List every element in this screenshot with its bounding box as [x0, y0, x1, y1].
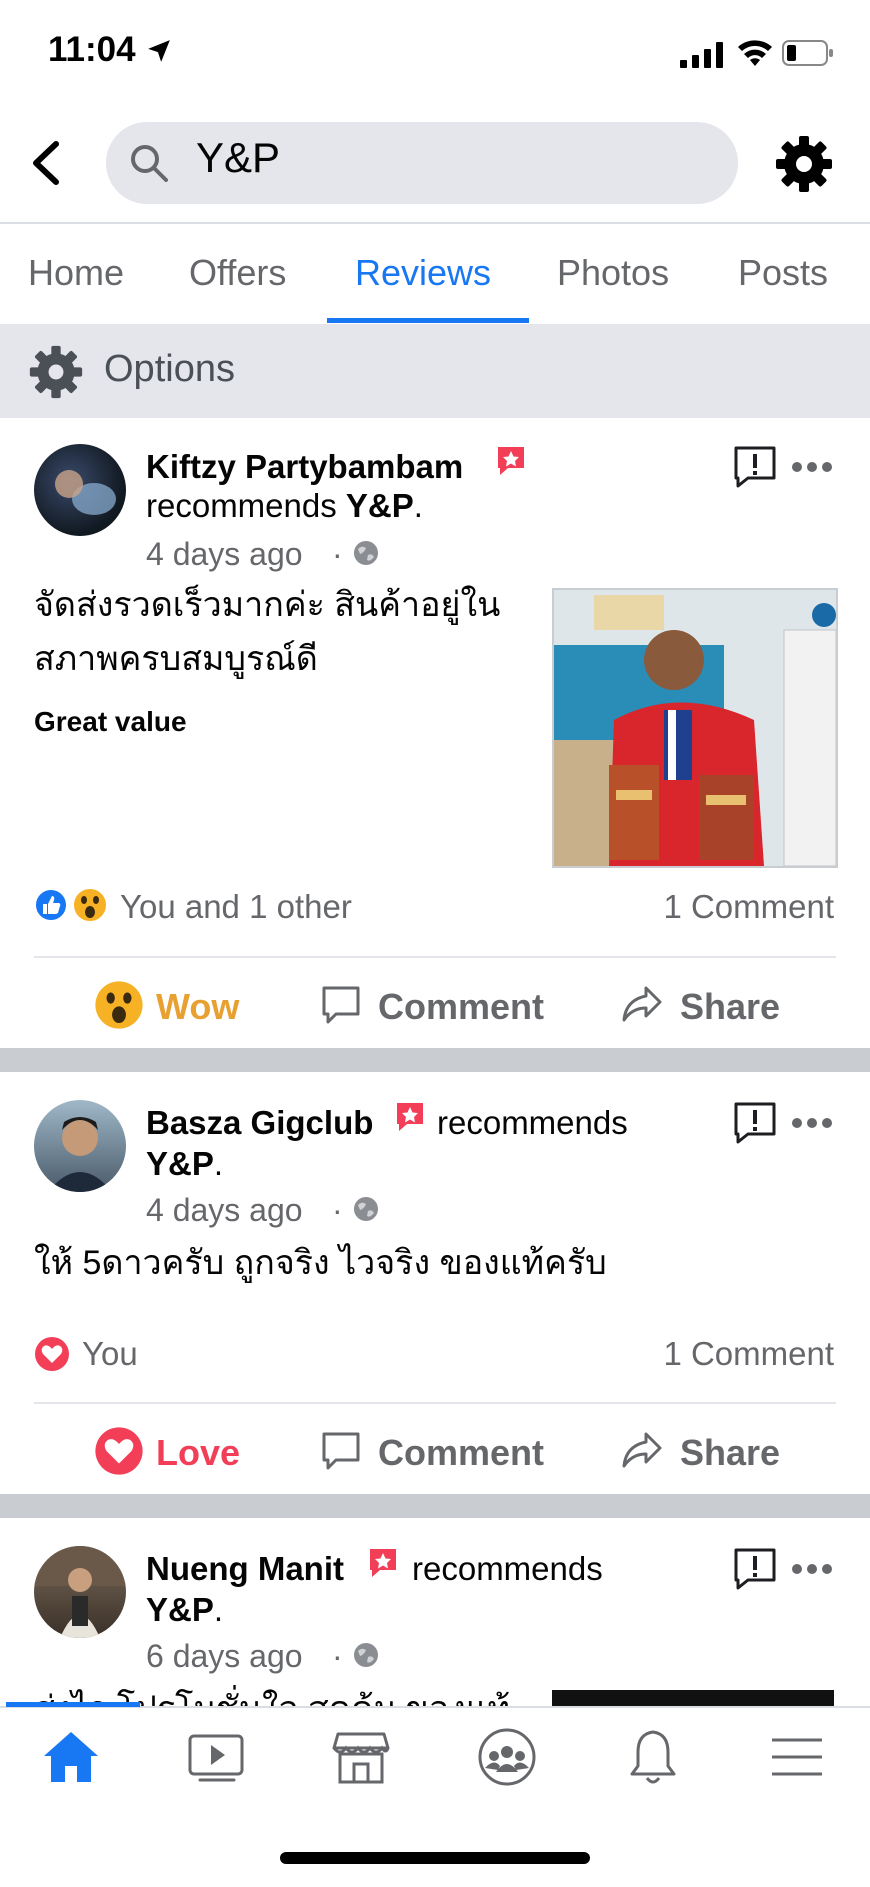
reaction-summary[interactable]: You	[82, 1335, 138, 1373]
recommends-text: recommends	[412, 1550, 603, 1587]
gear-icon[interactable]	[774, 134, 834, 194]
comment-count[interactable]: 1 Comment	[663, 888, 834, 926]
share-icon	[622, 986, 662, 1022]
post-time[interactable]: 4 days ago	[146, 1192, 303, 1229]
author-name[interactable]: Nueng Manit	[146, 1550, 344, 1588]
more-options-icon[interactable]	[791, 461, 833, 473]
share-icon	[622, 1432, 662, 1468]
wow-button[interactable]: Wow	[156, 986, 239, 1028]
recommend-line: recommends Y&P.	[146, 487, 423, 525]
comment-button[interactable]: Comment	[378, 986, 544, 1028]
post-separator	[0, 1494, 870, 1518]
home-icon[interactable]	[40, 1726, 102, 1788]
share-button[interactable]: Share	[680, 986, 780, 1028]
review-text-line: ให้ 5ดาวครับ ถูกจริง ไวจริง ของแท้ครับ	[34, 1244, 607, 1282]
tab-posts[interactable]: Posts	[738, 252, 828, 294]
active-tab-indicator	[327, 318, 529, 323]
nav-active-indicator	[6, 1702, 140, 1707]
tab-home[interactable]: Home	[28, 252, 124, 294]
review-photo[interactable]	[552, 588, 838, 868]
home-indicator	[280, 1852, 590, 1864]
notifications-bell-icon[interactable]	[622, 1726, 684, 1788]
recommend-page-line: Y&P.	[146, 1145, 223, 1183]
meta-dot: ·	[332, 1638, 343, 1674]
love-reaction-icon	[35, 1337, 69, 1371]
comment-icon	[322, 986, 360, 1024]
author-name[interactable]: Basza Gigclub	[146, 1104, 373, 1142]
wifi-icon	[738, 40, 772, 66]
period: .	[213, 1145, 224, 1182]
status-time: 11:04	[48, 30, 136, 69]
love-button[interactable]: Love	[156, 1432, 240, 1474]
globe-icon	[354, 1643, 378, 1667]
report-icon[interactable]	[732, 444, 778, 490]
post-separator	[0, 1048, 870, 1072]
share-button[interactable]: Share	[680, 1432, 780, 1474]
tab-offers[interactable]: Offers	[189, 252, 286, 294]
reaction-summary[interactable]: You and 1 other	[120, 888, 352, 926]
review-text-line: สภาพครบสมบูรณ์ดี	[34, 640, 318, 678]
report-icon[interactable]	[732, 1546, 778, 1592]
page-name[interactable]: Y&P	[146, 1591, 214, 1628]
review-text-line: จัดส่งรวดเร็วมากค่ะ สินค้าอยู่ใน	[34, 586, 501, 624]
wow-reaction-icon	[72, 887, 108, 923]
recommend-page-line: Y&P.	[146, 1591, 223, 1629]
more-options-icon[interactable]	[791, 1117, 833, 1129]
recommend-badge-icon	[498, 447, 524, 475]
comment-count[interactable]: 1 Comment	[663, 1335, 834, 1373]
options-label: Options	[104, 348, 235, 390]
recommends-text: recommends	[146, 487, 337, 524]
period: .	[213, 1591, 224, 1628]
video-icon[interactable]	[186, 1726, 248, 1788]
love-reaction-icon	[95, 1427, 143, 1475]
recommend-badge-icon	[370, 1549, 396, 1577]
comment-icon	[322, 1432, 360, 1470]
gear-icon	[29, 345, 83, 399]
post-time[interactable]: 4 days ago	[146, 536, 303, 573]
groups-icon[interactable]	[476, 1726, 538, 1788]
avatar[interactable]	[34, 444, 126, 536]
location-arrow-icon	[148, 40, 170, 62]
search-query-text: Y&P	[196, 134, 281, 181]
tab-reviews[interactable]: Reviews	[355, 252, 491, 294]
divider	[34, 956, 836, 958]
battery-icon	[782, 40, 833, 66]
recommends-text: recommends	[437, 1104, 628, 1141]
page-name[interactable]: Y&P	[346, 487, 414, 524]
page-name[interactable]: Y&P	[146, 1145, 214, 1182]
search-icon	[131, 145, 168, 182]
comment-button[interactable]: Comment	[378, 1432, 544, 1474]
review-tag: Great value	[34, 706, 187, 737]
back-chevron-icon[interactable]	[26, 140, 66, 186]
wow-reaction-icon	[95, 981, 143, 1029]
post-time[interactable]: 6 days ago	[146, 1638, 303, 1675]
globe-icon	[354, 1197, 378, 1221]
globe-icon	[354, 541, 378, 565]
menu-icon[interactable]	[766, 1726, 828, 1788]
tab-photos[interactable]: Photos	[557, 252, 669, 294]
avatar[interactable]	[34, 1546, 126, 1638]
meta-dot: ·	[332, 1192, 343, 1228]
meta-dot: ·	[332, 536, 343, 572]
more-options-icon[interactable]	[791, 1563, 833, 1575]
recommend-badge-icon	[397, 1103, 423, 1131]
marketplace-icon[interactable]	[330, 1726, 392, 1788]
author-name[interactable]: Kiftzy Partybambam	[146, 448, 463, 486]
report-icon[interactable]	[732, 1100, 778, 1146]
avatar[interactable]	[34, 1100, 126, 1192]
period: .	[413, 487, 423, 524]
divider	[34, 1402, 836, 1404]
like-reaction-icon	[34, 888, 68, 922]
cellular-signal-icon	[680, 42, 723, 68]
